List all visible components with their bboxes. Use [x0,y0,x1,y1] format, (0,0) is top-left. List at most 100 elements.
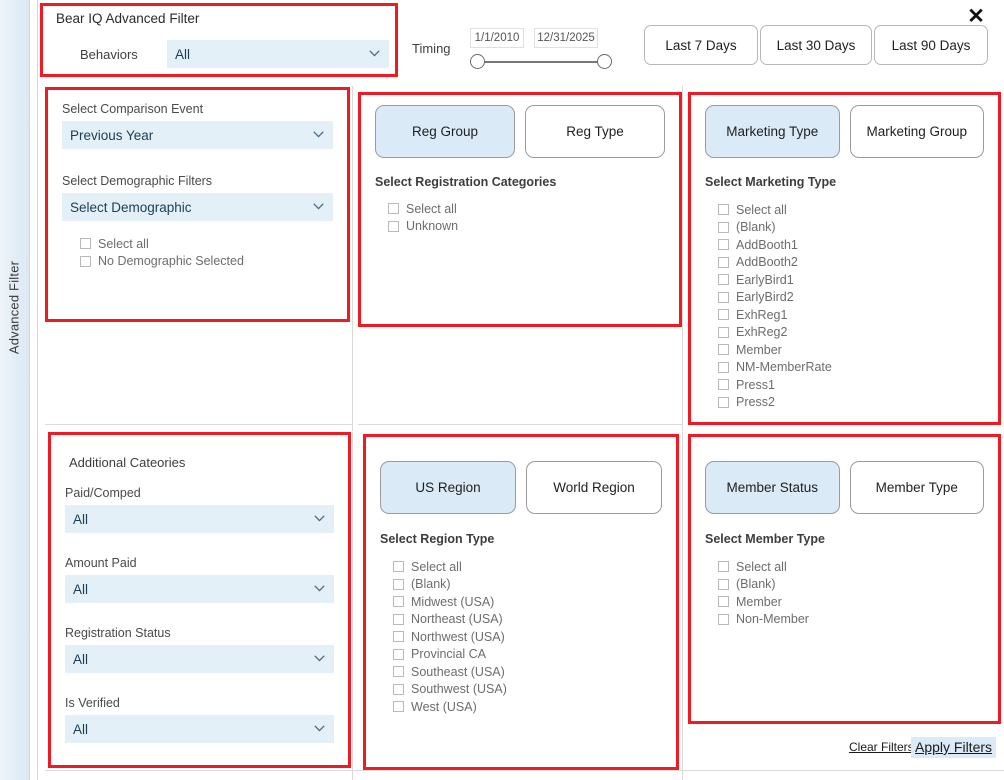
checkbox-item[interactable]: NM-MemberRate [718,359,984,377]
checkbox-icon[interactable] [393,701,404,712]
region-tab-group: US Region World Region [380,461,662,514]
checkbox-item[interactable]: Select all [718,558,984,576]
tab-member-type[interactable]: Member Type [850,461,985,514]
column-divider-right-lower [682,432,683,780]
checkbox-item[interactable]: ExhReg1 [718,306,984,324]
checkbox-icon[interactable] [80,238,91,249]
checkbox-item[interactable]: EarlyBird2 [718,289,984,307]
checkbox-item[interactable]: Southeast (USA) [393,663,662,681]
clear-filters-link[interactable]: Clear Filters [849,740,914,754]
checkbox-item[interactable]: Northwest (USA) [393,628,662,646]
tab-marketing-group[interactable]: Marketing Group [850,105,985,158]
tab-us-region[interactable]: US Region [380,461,516,514]
checkbox-item[interactable]: Select all [388,200,665,218]
checkbox-label: (Blank) [736,220,776,234]
checkbox-item[interactable]: Press2 [718,394,984,412]
checkbox-item[interactable]: No Demographic Selected [80,253,333,271]
rail-gap [30,0,38,780]
checkbox-item[interactable]: ExhReg2 [718,324,984,342]
checkbox-item[interactable]: (Blank) [718,576,984,594]
checkbox-icon[interactable] [718,257,729,268]
checkbox-item[interactable]: Provincial CA [393,646,662,664]
checkbox-icon[interactable] [388,203,399,214]
demographic-filters-label: Select Demographic Filters [62,174,333,188]
checkbox-icon[interactable] [393,614,404,625]
checkbox-icon[interactable] [718,327,729,338]
checkbox-icon[interactable] [718,579,729,590]
checkbox-icon[interactable] [718,397,729,408]
checkbox-item[interactable]: Member [718,341,984,359]
checkbox-icon[interactable] [718,274,729,285]
checkbox-label: Southwest (USA) [411,682,507,696]
region-type-panel: US Region World Region Select Region Typ… [363,434,679,770]
checkbox-icon[interactable] [718,309,729,320]
member-tab-group: Member Status Member Type [705,461,984,514]
timing-end-date[interactable]: 12/31/2025 [534,28,598,48]
demographic-dropdown[interactable]: Select Demographic [62,193,333,221]
checkbox-icon[interactable] [718,362,729,373]
checkbox-label: (Blank) [411,577,451,591]
checkbox-icon[interactable] [393,666,404,677]
checkbox-icon[interactable] [393,596,404,607]
column-divider-left [352,86,353,431]
tab-reg-group[interactable]: Reg Group [375,105,515,158]
advanced-filter-rail[interactable]: Advanced Filter [0,0,30,780]
checkbox-icon[interactable] [393,579,404,590]
checkbox-item[interactable]: West (USA) [393,698,662,716]
last-90-days-button[interactable]: Last 90 Days [874,25,988,65]
checkbox-icon[interactable] [393,561,404,572]
checkbox-icon[interactable] [718,292,729,303]
checkbox-icon[interactable] [388,221,399,232]
slider-handle-start[interactable] [470,54,485,69]
checkbox-item[interactable]: AddBooth2 [718,254,984,272]
checkbox-item[interactable]: Northeast (USA) [393,611,662,629]
tab-world-region[interactable]: World Region [526,461,662,514]
checkbox-item[interactable]: Select all [393,558,662,576]
tab-marketing-type[interactable]: Marketing Type [705,105,840,158]
slider-handle-end[interactable] [597,54,612,69]
checkbox-item[interactable]: Select all [718,201,984,219]
behaviors-dropdown[interactable]: All [167,40,389,68]
checkbox-icon[interactable] [718,222,729,233]
additional-field-dropdown[interactable]: All [65,645,334,673]
last-30-days-button[interactable]: Last 30 Days [760,25,872,65]
checkbox-item[interactable]: Unknown [388,218,665,236]
checkbox-item[interactable]: Press1 [718,376,984,394]
timing-start-date[interactable]: 1/1/2010 [470,28,524,48]
additional-field-value: All [73,512,88,527]
checkbox-item[interactable]: AddBooth1 [718,236,984,254]
last-7-days-button[interactable]: Last 7 Days [644,25,758,65]
checkbox-icon[interactable] [80,256,91,267]
apply-filters-link[interactable]: Apply Filters [911,737,996,758]
additional-field-dropdown[interactable]: All [65,715,334,743]
checkbox-icon[interactable] [718,344,729,355]
tab-member-status[interactable]: Member Status [705,461,840,514]
checkbox-item[interactable]: Select all [80,235,333,253]
checkbox-item[interactable]: Midwest (USA) [393,593,662,611]
checkbox-item[interactable]: Member [718,593,984,611]
checkbox-label: Midwest (USA) [411,595,494,609]
checkbox-icon[interactable] [718,561,729,572]
additional-field-value: All [73,582,88,597]
additional-field-dropdown[interactable]: All [65,505,334,533]
checkbox-icon[interactable] [393,649,404,660]
checkbox-item[interactable]: (Blank) [393,576,662,594]
checkbox-item[interactable]: Southwest (USA) [393,681,662,699]
checkbox-icon[interactable] [718,596,729,607]
additional-field-label: Is Verified [65,696,334,710]
additional-field-dropdown[interactable]: All [65,575,334,603]
checkbox-icon[interactable] [718,239,729,250]
checkbox-icon[interactable] [718,614,729,625]
checkbox-item[interactable]: (Blank) [718,219,984,237]
checkbox-icon[interactable] [718,204,729,215]
checkbox-icon[interactable] [393,684,404,695]
checkbox-item[interactable]: EarlyBird1 [718,271,984,289]
checkbox-icon[interactable] [393,631,404,642]
comparison-event-dropdown[interactable]: Previous Year [62,121,333,149]
header-panel: Bear IQ Advanced Filter Behaviors All [40,3,398,77]
additional-field-label: Registration Status [65,626,334,640]
tab-reg-type[interactable]: Reg Type [525,105,665,158]
checkbox-item[interactable]: Non-Member [718,611,984,629]
timing-range-slider[interactable] [470,54,612,70]
checkbox-icon[interactable] [718,379,729,390]
